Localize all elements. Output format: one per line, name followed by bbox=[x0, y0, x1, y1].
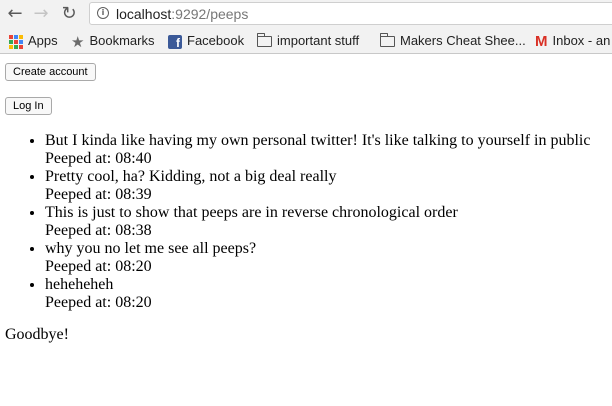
bookmark-label: Inbox - an bbox=[552, 33, 611, 48]
goodbye-message: Goodbye! bbox=[5, 326, 69, 343]
peep-item: why you no let me see all peeps? Peeped … bbox=[45, 240, 590, 276]
url-path: :9292/peeps bbox=[171, 6, 249, 22]
peep-text: But I kinda like having my own personal … bbox=[45, 132, 591, 149]
peep-time: Peeped at: 08:40 bbox=[45, 150, 152, 167]
peep-item: This is just to show that peeps are in r… bbox=[45, 204, 590, 240]
bookmark-label: important stuff bbox=[277, 33, 360, 48]
bookmarks-bar: Apps ★ Bookmarks f Facebook important stuf… bbox=[0, 28, 612, 54]
log-in-button[interactable]: Log In bbox=[5, 97, 52, 115]
peep-time: Peeped at: 08:20 bbox=[45, 258, 152, 275]
url-text: localhost:9292/peeps bbox=[116, 5, 248, 23]
bookmark-bookmarks[interactable]: ★ Bookmarks bbox=[71, 32, 155, 51]
bookmark-facebook[interactable]: f Facebook bbox=[168, 32, 244, 50]
back-button[interactable]: ← bbox=[4, 3, 26, 25]
bookmark-label: Facebook bbox=[187, 33, 245, 48]
reload-button[interactable]: ↻ bbox=[58, 3, 80, 25]
peep-item: heheheheh Peeped at: 08:20 bbox=[45, 276, 590, 312]
peep-time: Peeped at: 08:38 bbox=[45, 222, 152, 239]
bookmark-label: Makers Cheat Shee... bbox=[400, 33, 526, 48]
info-icon[interactable]: i bbox=[97, 7, 109, 19]
folder-icon bbox=[379, 33, 395, 48]
bookmark-makers-cheat-sheet[interactable]: Makers Cheat Shee... bbox=[379, 32, 526, 50]
address-bar[interactable]: i localhost:9292/peeps bbox=[89, 2, 612, 25]
peep-item: Pretty cool, ha? Kidding, not a big deal… bbox=[45, 168, 590, 204]
peeps-list: But I kinda like having my own personal … bbox=[5, 132, 590, 312]
arrow-left-icon: ← bbox=[7, 3, 23, 24]
gmail-icon: M bbox=[535, 32, 548, 50]
create-account-button[interactable]: Create account bbox=[5, 63, 96, 81]
peep-text: This is just to show that peeps are in r… bbox=[45, 204, 458, 221]
facebook-icon: f bbox=[168, 34, 182, 50]
folder-icon bbox=[256, 33, 272, 48]
arrow-right-icon: → bbox=[33, 3, 49, 24]
browser-toolbar: ← → ↻ i localhost:9292/peeps bbox=[0, 0, 612, 28]
page-content: Create account Log In But I kinda like h… bbox=[0, 54, 612, 406]
forward-button[interactable]: → bbox=[30, 3, 52, 25]
url-host: localhost bbox=[116, 6, 172, 22]
bookmark-label: Apps bbox=[28, 33, 58, 48]
peep-text: why you no let me see all peeps? bbox=[45, 240, 257, 257]
peep-time: Peeped at: 08:20 bbox=[45, 294, 152, 311]
bookmark-important-stuff[interactable]: important stuff bbox=[256, 32, 360, 50]
peep-text: Pretty cool, ha? Kidding, not a big deal… bbox=[45, 168, 337, 185]
reload-icon: ↻ bbox=[61, 3, 77, 24]
bookmark-label: Bookmarks bbox=[89, 33, 155, 48]
star-icon: ★ bbox=[71, 32, 85, 51]
apps-grid-icon bbox=[9, 34, 23, 49]
peep-text: heheheheh bbox=[45, 276, 114, 293]
bookmark-inbox[interactable]: M Inbox - an bbox=[535, 32, 610, 50]
peep-item: But I kinda like having my own personal … bbox=[45, 132, 590, 168]
peep-time: Peeped at: 08:39 bbox=[45, 186, 152, 203]
bookmark-apps[interactable]: Apps bbox=[9, 32, 58, 50]
